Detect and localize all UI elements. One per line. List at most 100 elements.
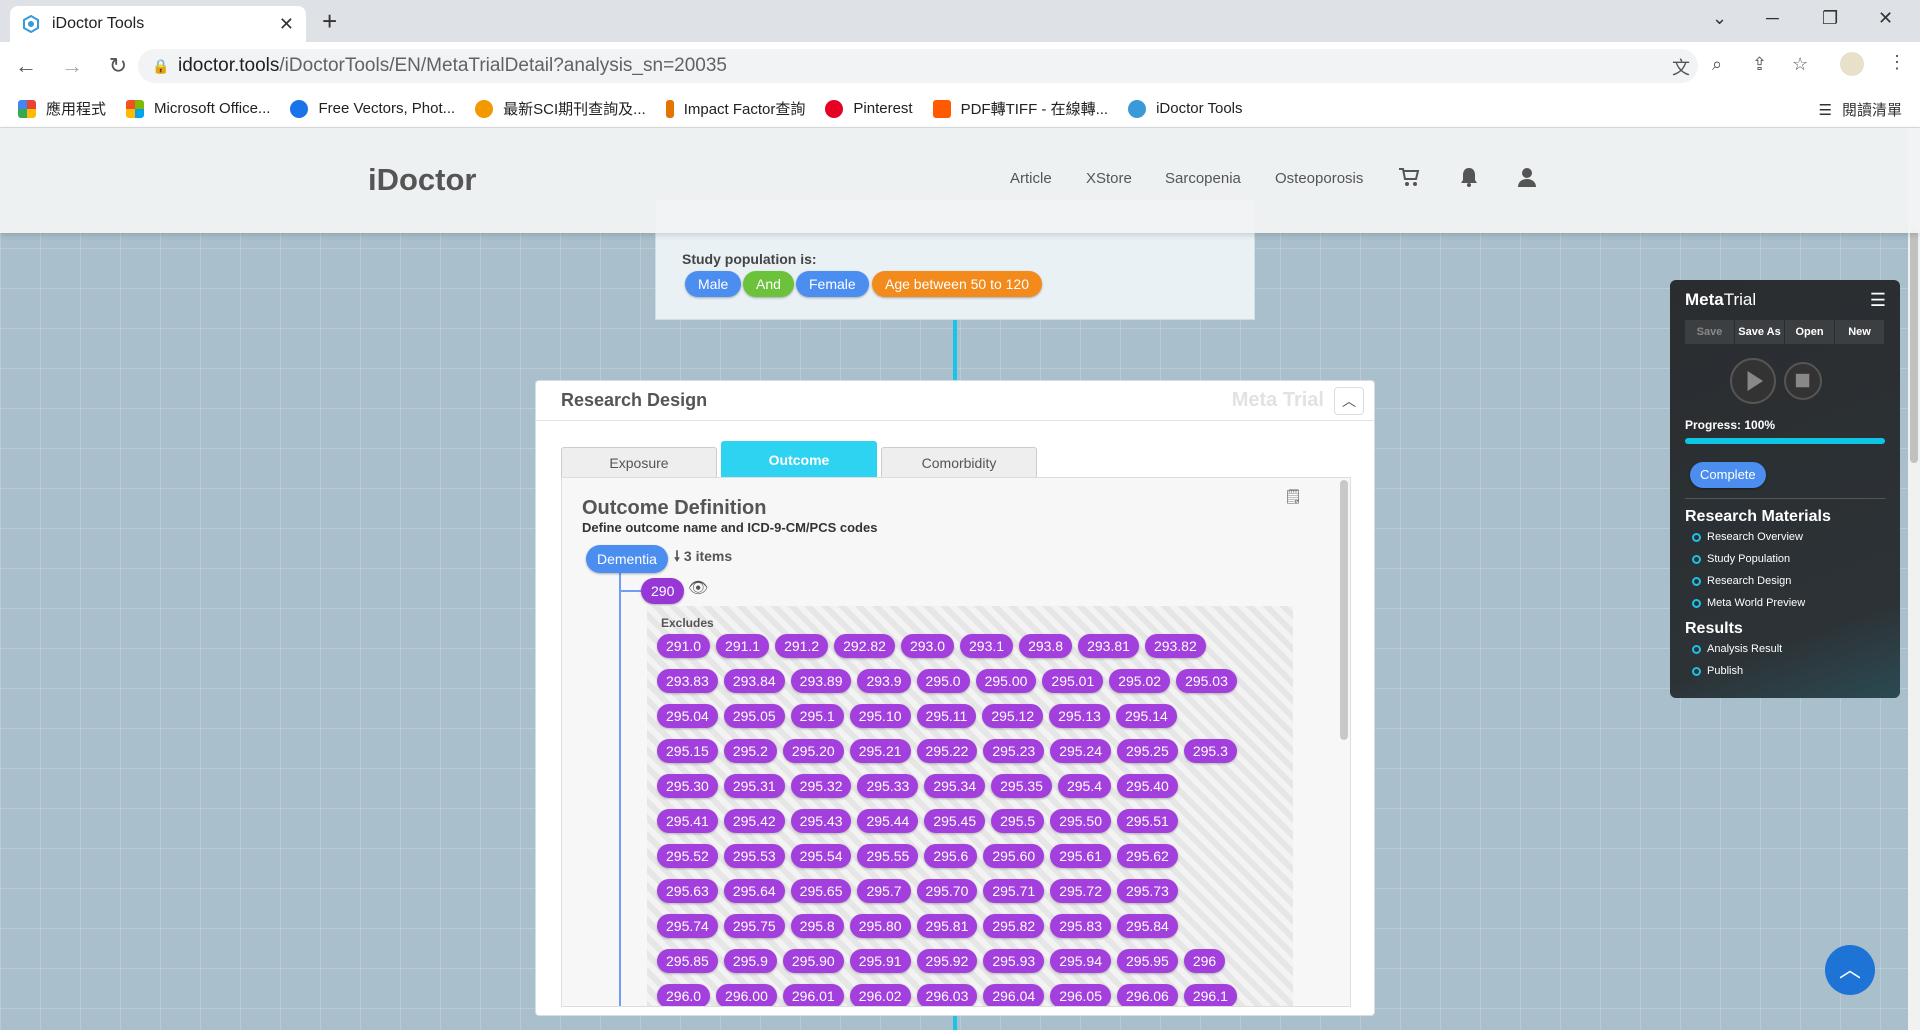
excluded-code-pill[interactable]: 295.45	[924, 809, 986, 833]
excluded-code-pill[interactable]: 295.54	[790, 844, 852, 868]
excluded-code-pill[interactable]: 295.55	[857, 844, 919, 868]
page-scrollbar[interactable]	[1908, 128, 1920, 1030]
excluded-code-pill[interactable]: 295.85	[657, 949, 718, 973]
excluded-code-pill[interactable]: 296.0	[657, 984, 711, 1006]
excluded-code-pill[interactable]: 295.40	[1117, 774, 1178, 798]
excluded-code-pill[interactable]: 295.22	[916, 739, 978, 763]
excluded-code-pill[interactable]: 295.75	[723, 914, 785, 938]
excluded-code-pill[interactable]: 293.83	[657, 669, 718, 693]
excluded-code-pill[interactable]: 293.82	[1144, 634, 1206, 658]
zoom-icon[interactable]: ⌕	[1712, 54, 1722, 75]
population-pill[interactable]: Male	[685, 271, 742, 297]
excluded-code-pill[interactable]: 295.24	[1050, 739, 1112, 763]
excluded-code-pill[interactable]: 291.2	[775, 634, 829, 658]
excluded-code-pill[interactable]: 295.84	[1117, 914, 1178, 938]
excluded-code-pill[interactable]: 295.20	[782, 739, 844, 763]
bookmark-microsoft-office[interactable]: Microsoft Office...	[126, 99, 270, 118]
excluded-code-pill[interactable]: 295.23	[983, 739, 1045, 763]
collapse-chevron-up-icon[interactable]: ︿	[1334, 387, 1364, 415]
close-window-icon[interactable]: ✕	[1878, 8, 1893, 29]
reading-list[interactable]: ☰ 閱讀清單	[1819, 99, 1902, 120]
excluded-code-pill[interactable]: 296.04	[983, 984, 1045, 1006]
stop-icon[interactable]	[1784, 362, 1822, 400]
content-scrollbar[interactable]	[1340, 480, 1348, 740]
excluded-code-pill[interactable]: 296.02	[849, 984, 911, 1006]
excluded-code-pill[interactable]: 296.05	[1050, 984, 1112, 1006]
excluded-code-pill[interactable]: 295.65	[790, 879, 852, 903]
material-item-study-population[interactable]: Study Population	[1692, 553, 1790, 565]
excluded-code-pill[interactable]: 295.70	[916, 879, 978, 903]
menu-kebab-icon[interactable]: ⋮	[1888, 52, 1906, 73]
note-icon[interactable]: 🗒	[1284, 488, 1302, 505]
back-to-top-chevron-up-icon[interactable]: ︿	[1825, 945, 1875, 995]
excluded-code-pill[interactable]: 295.52	[657, 844, 718, 868]
excluded-code-pill[interactable]: 291.1	[716, 634, 770, 658]
close-tab-icon[interactable]: ✕	[279, 14, 294, 35]
excluded-code-pill[interactable]: 295.63	[657, 879, 718, 903]
back-icon[interactable]: ←	[6, 53, 46, 79]
excluded-code-pill[interactable]: 295.34	[924, 774, 986, 798]
excluded-code-pill[interactable]: 295.25	[1117, 739, 1178, 763]
excluded-code-pill[interactable]: 296.06	[1117, 984, 1178, 1006]
excluded-code-pill[interactable]: 293.9	[857, 669, 911, 693]
material-item-research-design[interactable]: Research Design	[1692, 575, 1791, 587]
cart-icon[interactable]	[1398, 166, 1420, 188]
excluded-code-pill[interactable]: 295.72	[1050, 879, 1112, 903]
excluded-code-pill[interactable]: 295.30	[657, 774, 718, 798]
eye-icon[interactable]: 👁	[688, 578, 708, 598]
excluded-code-pill[interactable]: 295.44	[857, 809, 919, 833]
excluded-code-pill[interactable]: 295.01	[1042, 669, 1104, 693]
excluded-code-pill[interactable]: 295.9	[723, 949, 777, 973]
nav-article[interactable]: Article	[1010, 170, 1052, 187]
minimize-icon[interactable]: ─	[1766, 8, 1779, 29]
hamburger-menu-icon[interactable]: ☰	[1870, 290, 1886, 311]
profile-avatar-icon[interactable]	[1840, 52, 1864, 76]
bookmark-apps[interactable]: 應用程式	[18, 98, 106, 119]
excluded-code-pill[interactable]: 293.1	[960, 634, 1014, 658]
excluded-code-pill[interactable]: 295.11	[916, 704, 977, 728]
excluded-code-pill[interactable]: 295.74	[657, 914, 718, 938]
tab-comorbidity[interactable]: Comorbidity	[881, 447, 1037, 477]
outcome-name-pill[interactable]: Dementia	[586, 545, 668, 573]
excluded-code-pill[interactable]: 295.15	[657, 739, 718, 763]
excluded-code-pill[interactable]: 296	[1183, 949, 1226, 973]
root-code-pill[interactable]: 290	[641, 578, 685, 604]
excluded-code-pill[interactable]: 293.8	[1019, 634, 1073, 658]
population-pill[interactable]: And	[743, 271, 794, 297]
excluded-code-pill[interactable]: 295.33	[857, 774, 919, 798]
bookmark-pdf-tiff[interactable]: PDF轉TIFF - 在線轉...	[932, 98, 1108, 119]
forward-icon[interactable]: →	[52, 53, 92, 79]
excluded-code-pill[interactable]: 295.82	[983, 914, 1045, 938]
material-item-research-overview[interactable]: Research Overview	[1692, 531, 1803, 543]
address-input[interactable]: 🔒 idoctor.tools/iDoctorTools/EN/MetaTria…	[138, 49, 1698, 83]
excluded-code-pill[interactable]: 295.8	[790, 914, 844, 938]
excluded-code-pill[interactable]: 295.92	[916, 949, 978, 973]
excluded-code-pill[interactable]: 295.13	[1049, 704, 1110, 728]
excluded-code-pill[interactable]: 295.91	[849, 949, 911, 973]
excluded-code-pill[interactable]: 295.62	[1117, 844, 1178, 868]
excluded-code-pill[interactable]: 295.2	[723, 739, 777, 763]
browser-tab[interactable]: iDoctor Tools ✕	[10, 6, 306, 42]
excluded-code-pill[interactable]: 295.7	[857, 879, 911, 903]
site-logo[interactable]: iDoctor	[368, 162, 477, 198]
excluded-code-pill[interactable]: 295.5	[991, 809, 1045, 833]
bell-icon[interactable]	[1458, 166, 1480, 188]
excluded-code-pill[interactable]: 295.6	[924, 844, 978, 868]
result-item-publish[interactable]: Publish	[1692, 665, 1743, 677]
excluded-code-pill[interactable]: 295.73	[1117, 879, 1178, 903]
excluded-code-pill[interactable]: 293.0	[900, 634, 955, 658]
excluded-code-pill[interactable]: 295.14	[1115, 704, 1177, 728]
excluded-code-pill[interactable]: 295.51	[1117, 809, 1178, 833]
bookmark-impact-factor[interactable]: Impact Factor查詢	[665, 98, 805, 119]
bookmark-freepik[interactable]: Free Vectors, Phot...	[290, 99, 455, 118]
excluded-code-pill[interactable]: 296.1	[1183, 984, 1237, 1006]
excluded-code-pill[interactable]: 295.04	[657, 704, 718, 728]
excluded-code-pill[interactable]: 295.0	[916, 669, 970, 693]
open-button[interactable]: Open	[1785, 320, 1835, 344]
excluded-code-pill[interactable]: 295.4	[1057, 774, 1112, 798]
bookmark-star-icon[interactable]: ☆	[1792, 54, 1808, 75]
excluded-code-pill[interactable]: 295.53	[723, 844, 785, 868]
excluded-code-pill[interactable]: 293.89	[790, 669, 852, 693]
excluded-code-pill[interactable]: 295.93	[983, 949, 1045, 973]
excluded-code-pill[interactable]: 295.61	[1050, 844, 1112, 868]
